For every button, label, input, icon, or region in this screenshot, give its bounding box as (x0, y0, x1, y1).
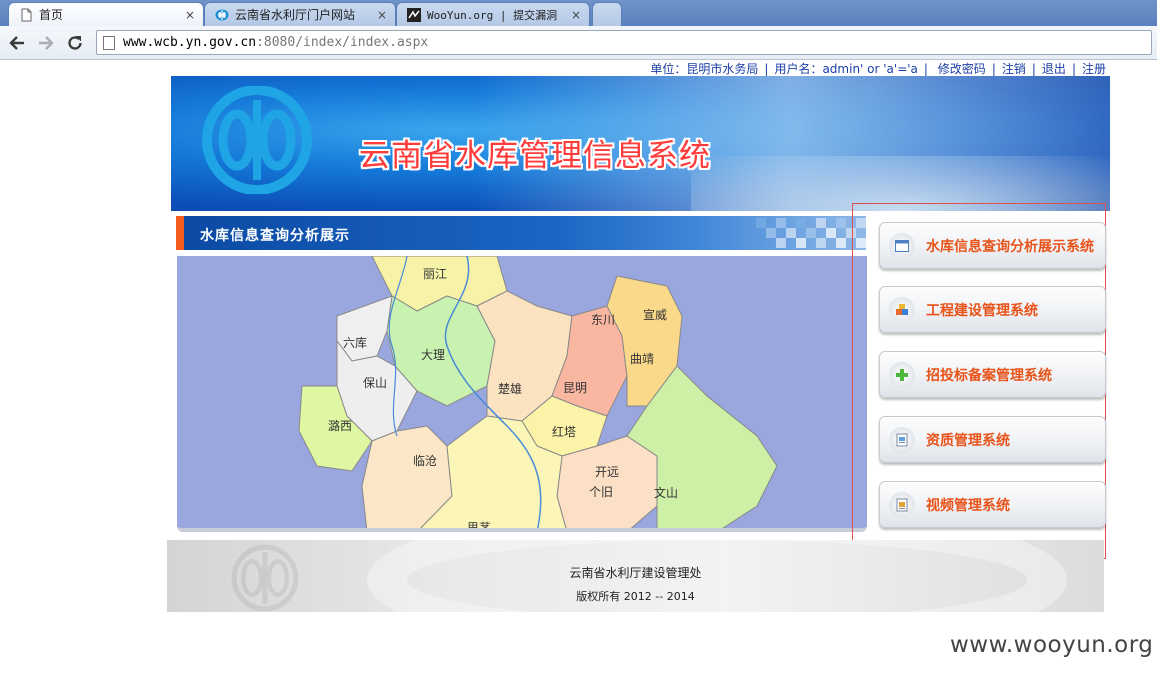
decorative-pixels (756, 218, 866, 248)
system-button-qualification[interactable]: 资质管理系统 (879, 416, 1106, 463)
page-icon (103, 35, 115, 50)
separator: | (1031, 62, 1036, 76)
window-icon (889, 232, 915, 259)
separator: | (991, 62, 996, 76)
user-info-bar: 单位：昆明市水务局 | 用户名：admin' or 'a'='a | 修改密码 | 注销 |… (0, 60, 1110, 76)
page-footer: 云南省水利厅建设管理处 版权所有 2012 -- 2014 (167, 540, 1104, 612)
close-icon[interactable]: × (571, 8, 581, 22)
map-panel-title: 水库信息查询分析展示 (200, 228, 350, 244)
map-label: 东川 (591, 313, 615, 327)
unit-text: 单位：昆明市水务局 (650, 62, 759, 76)
browser-toolbar: www.wcb.yn.gov.cn:8080/index/index.aspx (0, 26, 1157, 60)
new-tab-button[interactable] (592, 2, 622, 26)
system-title: 云南省水库管理信息系统 (359, 138, 711, 174)
logout-link[interactable]: 注销 (998, 62, 1030, 76)
system-button-label: 视频管理系统 (926, 497, 1010, 514)
map-label: 思茅 (467, 521, 491, 532)
video-icon (889, 491, 915, 518)
water-resources-logo-icon (201, 85, 313, 198)
tab-title: 首页 (39, 8, 64, 22)
map-panel-header: 水库信息查询分析展示 (176, 216, 866, 250)
separator: | (1071, 62, 1076, 76)
system-button-label: 工程建设管理系统 (926, 302, 1038, 319)
system-button-video[interactable]: 视频管理系统 (879, 481, 1106, 528)
tab-home[interactable]: 首页 × (8, 2, 204, 26)
close-icon[interactable]: × (185, 8, 195, 22)
system-button-label: 水库信息查询分析展示系统 (926, 238, 1094, 255)
map-label: 宣威 (643, 307, 667, 322)
system-button-bidding[interactable]: 招投标备案管理系统 (879, 351, 1106, 398)
system-button-construction[interactable]: 工程建设管理系统 (879, 286, 1106, 333)
page-icon (19, 8, 33, 22)
map-label: 大理 (421, 348, 445, 362)
plus-icon (889, 361, 915, 388)
map-label: 昆明 (563, 381, 587, 395)
username-text: 用户名：admin' or 'a'='a (774, 62, 918, 76)
map-label: 楚雄 (498, 381, 522, 396)
map-label: 文山 (654, 485, 678, 500)
water-logo-icon (215, 8, 229, 22)
change-password-link[interactable]: 修改密码 (934, 62, 990, 76)
footer-department: 云南省水利厅建设管理处 (569, 566, 702, 580)
site-watermark: www.wooyun.org (950, 632, 1154, 658)
map-label: 保山 (363, 376, 387, 390)
header-banner: 云南省水库管理信息系统 (171, 76, 1110, 211)
url-host: www.wcb.yn.gov.cn (123, 35, 257, 50)
footer-copyright: 版权所有 2012 -- 2014 (576, 590, 695, 603)
address-bar[interactable]: www.wcb.yn.gov.cn:8080/index/index.aspx (96, 30, 1152, 55)
reload-icon[interactable] (64, 32, 86, 54)
map-label: 潞西 (328, 418, 352, 433)
system-button-label: 资质管理系统 (926, 432, 1010, 449)
map-label: 红塔 (552, 424, 576, 439)
tab-title: WooYun.org | 提交漏洞 (427, 8, 558, 22)
separator: | (923, 62, 928, 76)
map-label: 曲靖 (630, 352, 654, 366)
wooyun-icon (407, 7, 421, 22)
map-label: 丽江 (423, 267, 447, 281)
system-button-reservoir-query[interactable]: 水库信息查询分析展示系统 (879, 222, 1106, 269)
url-path: :8080/index/index.aspx (256, 35, 429, 50)
map-label: 临沧 (413, 453, 437, 468)
close-icon[interactable]: × (377, 8, 387, 22)
map-label: 个旧 (589, 485, 613, 499)
forward-arrow-icon[interactable] (35, 32, 57, 54)
tab-wooyun[interactable]: WooYun.org | 提交漏洞 × (396, 2, 590, 26)
map-label: 六库 (343, 335, 367, 350)
map-label: 开远 (595, 465, 619, 479)
system-button-label: 招投标备案管理系统 (926, 367, 1052, 384)
tab-title: 云南省水利厅门户网站 (235, 8, 356, 22)
tab-water-portal[interactable]: 云南省水利厅门户网站 × (204, 2, 396, 26)
exit-link[interactable]: 退出 (1038, 62, 1070, 76)
document-icon (889, 426, 915, 453)
register-link[interactable]: 注册 (1078, 62, 1110, 76)
back-arrow-icon[interactable] (6, 32, 28, 54)
yunnan-map[interactable]: 丽江 大理 六库 保山 潞西 临沧 楚雄 昆明 东川 宣威 曲靖 红塔 开远 个… (177, 256, 867, 532)
blocks-icon (889, 296, 915, 323)
browser-tab-strip: 首页 × 云南省水利厅门户网站 × WooYun.org | 提交漏洞 × (0, 0, 1157, 26)
